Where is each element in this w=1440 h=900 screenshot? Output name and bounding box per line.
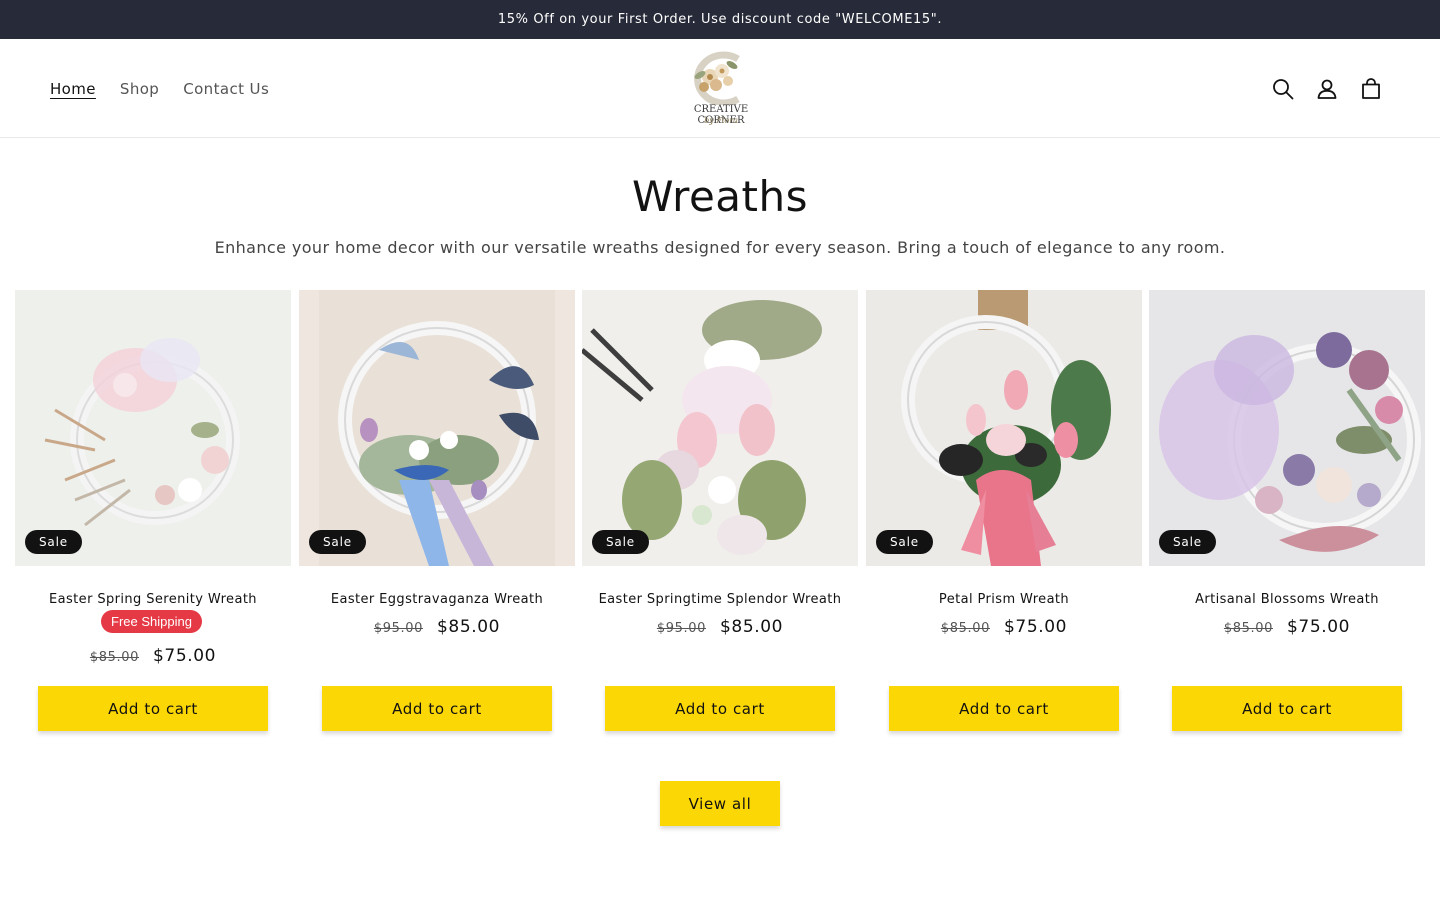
site-header: Home Shop Contact Us CREATIVE CORNER by … bbox=[0, 39, 1440, 138]
sale-badge: Sale bbox=[1159, 530, 1216, 554]
sale-badge: Sale bbox=[309, 530, 366, 554]
section-title: Wreaths bbox=[631, 172, 809, 221]
product-grid: Sale Easter Spring Serenity Wreath Free … bbox=[15, 290, 1425, 740]
product-title[interactable]: Petal Prism Wreath bbox=[866, 592, 1142, 607]
section-description: Enhance your home decor with our versati… bbox=[214, 238, 1226, 257]
announcement-bar: 15% Off on your First Order. Use discoun… bbox=[0, 0, 1440, 39]
nav-contact-us[interactable]: Contact Us bbox=[183, 80, 269, 98]
product-card: Sale Petal Prism Wreath $85.00 $75.00 Add… bbox=[866, 290, 1142, 740]
nav-shop[interactable]: Shop bbox=[120, 80, 159, 98]
product-image[interactable]: Sale bbox=[299, 290, 575, 566]
product-price: $85.00 $75.00 bbox=[15, 646, 291, 666]
product-card: Sale Easter Springtime Splendor Wreath $… bbox=[582, 290, 858, 740]
sale-price: $75.00 bbox=[153, 646, 217, 666]
regular-price: $95.00 bbox=[373, 621, 423, 636]
product-price: $95.00 $85.00 bbox=[299, 617, 575, 637]
regular-price: $85.00 bbox=[89, 650, 139, 665]
sale-badge: Sale bbox=[592, 530, 649, 554]
view-all-button[interactable]: View all bbox=[660, 781, 780, 826]
site-logo[interactable]: CREATIVE CORNER by Flora bbox=[676, 49, 766, 129]
add-to-cart-button[interactable]: Add to cart bbox=[1172, 686, 1402, 731]
announcement-text: 15% Off on your First Order. Use discoun… bbox=[497, 12, 943, 27]
regular-price: $85.00 bbox=[940, 621, 990, 636]
sale-price: $85.00 bbox=[720, 617, 784, 637]
regular-price: $85.00 bbox=[1223, 621, 1273, 636]
product-image[interactable]: Sale bbox=[1149, 290, 1425, 566]
add-to-cart-button[interactable]: Add to cart bbox=[322, 686, 552, 731]
free-shipping-badge: Free Shipping bbox=[101, 610, 202, 633]
add-to-cart-button[interactable]: Add to cart bbox=[605, 686, 835, 731]
account-icon[interactable] bbox=[1314, 76, 1340, 102]
product-title[interactable]: Easter Springtime Splendor Wreath bbox=[582, 592, 858, 607]
add-to-cart-button[interactable]: Add to cart bbox=[38, 686, 268, 731]
main-nav: Home Shop Contact Us bbox=[50, 39, 293, 138]
product-image[interactable]: Sale bbox=[15, 290, 291, 566]
product-image[interactable]: Sale bbox=[582, 290, 858, 566]
sale-badge: Sale bbox=[876, 530, 933, 554]
product-price: $85.00 $75.00 bbox=[1149, 617, 1425, 637]
add-to-cart-button[interactable]: Add to cart bbox=[889, 686, 1119, 731]
logo-subtitle: by Flora bbox=[704, 116, 738, 125]
logo-floral-mark bbox=[694, 51, 740, 107]
cart-icon[interactable] bbox=[1358, 76, 1384, 102]
product-price: $85.00 $75.00 bbox=[866, 617, 1142, 637]
product-card: Sale Artisanal Blossoms Wreath $85.00 $75… bbox=[1149, 290, 1425, 740]
product-title[interactable]: Easter Eggstravaganza Wreath bbox=[299, 592, 575, 607]
search-icon[interactable] bbox=[1270, 76, 1296, 102]
product-title[interactable]: Artisanal Blossoms Wreath bbox=[1149, 592, 1425, 607]
sale-price: $75.00 bbox=[1004, 617, 1068, 637]
regular-price: $95.00 bbox=[656, 621, 706, 636]
sale-price: $85.00 bbox=[437, 617, 501, 637]
product-card: Sale Easter Eggstravaganza Wreath $95.00… bbox=[299, 290, 575, 740]
product-price: $95.00 $85.00 bbox=[582, 617, 858, 637]
header-icons bbox=[1252, 39, 1384, 138]
product-image[interactable]: Sale bbox=[866, 290, 1142, 566]
sale-badge: Sale bbox=[25, 530, 82, 554]
sale-price: $75.00 bbox=[1287, 617, 1351, 637]
nav-home[interactable]: Home bbox=[50, 80, 96, 98]
product-title[interactable]: Easter Spring Serenity Wreath bbox=[15, 592, 291, 607]
product-card: Sale Easter Spring Serenity Wreath Free … bbox=[15, 290, 291, 740]
